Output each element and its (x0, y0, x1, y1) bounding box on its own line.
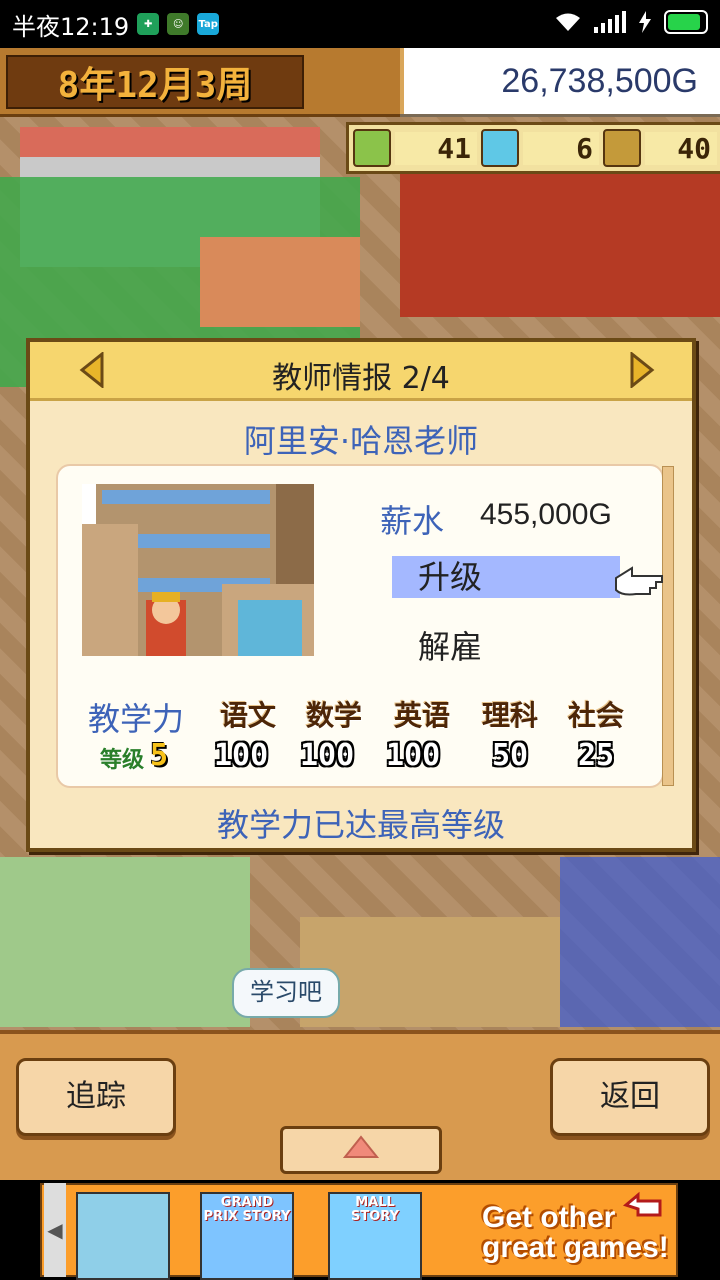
status-indicators (554, 10, 708, 34)
teaching-power-label: 教学力 (88, 700, 185, 738)
basketball-court (200, 237, 360, 327)
pencil-value: 41 (395, 131, 477, 165)
subject-science: 理科 (482, 699, 539, 732)
scrollbar[interactable] (662, 466, 674, 786)
next-teacher-button[interactable] (628, 350, 656, 390)
ad-game3-title: MALL STORY (351, 1195, 399, 1224)
score-english: 100 (386, 738, 441, 773)
ad-game-mall[interactable]: MALL STORY (328, 1192, 422, 1280)
subject-society: 社会 (568, 699, 625, 732)
ad-prev-button[interactable]: ◀ (44, 1183, 66, 1277)
charging-icon (639, 11, 651, 33)
pencil-stat: 41 (349, 129, 477, 167)
flask-icon (481, 129, 519, 167)
classroom-top-right (400, 167, 720, 317)
upgrade-button[interactable]: 升级 (392, 556, 620, 598)
max-level-note: 教学力已达最高等级 (216, 806, 505, 844)
expand-menu-button[interactable] (280, 1126, 442, 1174)
ad-content[interactable]: GRAND PRIX STORY MALL STORY Get other gr… (40, 1183, 678, 1280)
building-illustration (82, 484, 314, 656)
level-label: 等级 (100, 748, 145, 773)
salary-value: 455,000G (480, 498, 612, 531)
score-society: 25 (578, 738, 615, 773)
ad-banner[interactable]: GRAND PRIX STORY MALL STORY Get other gr… (0, 1180, 720, 1280)
level-value: 5 (150, 738, 169, 773)
ad-game-grand-prix[interactable]: GRAND PRIX STORY (200, 1192, 294, 1280)
subject-english: 英语 (394, 699, 451, 732)
teacher-name: 阿里安·哈恩老师 (243, 422, 479, 460)
date-panel: 8年12月3周 (0, 48, 400, 117)
flask-stat: 6 (477, 129, 599, 167)
dialog-header: 教师情报 2/4 (30, 342, 692, 401)
ad-game-castle[interactable] (76, 1192, 170, 1280)
teacher-info-dialog: 教师情报 2/4 阿里安·哈恩老师 薪水 455,000G 升级 解雇 教学力 … (26, 338, 696, 852)
status-bar: 半夜12:19 ✚ ☺ Tap (0, 0, 720, 48)
teacher-portrait (82, 484, 314, 656)
salary-label: 薪水 (380, 502, 445, 540)
classroom-bottom-mid (300, 917, 560, 1027)
fire-button[interactable]: 解雇 (418, 622, 482, 668)
signal-icon (594, 11, 626, 33)
dialog-title: 教师情报 2/4 (272, 361, 450, 396)
flask-value: 6 (523, 131, 599, 165)
wifi-icon (556, 13, 580, 31)
battery-icon (664, 10, 708, 34)
status-time: 半夜12:19 (12, 12, 130, 41)
student-icon (603, 129, 641, 167)
score-math: 100 (300, 738, 355, 773)
game-date: 8年12月3周 (6, 55, 304, 109)
subject-math: 数学 (306, 699, 363, 732)
classroom-bottom-left (0, 857, 250, 1027)
subject-chinese: 语文 (220, 699, 277, 732)
score-chinese: 100 (214, 738, 269, 773)
pencil-icon (353, 129, 391, 167)
caret-up-icon (343, 1135, 379, 1158)
shield-icon: ✚ (137, 13, 160, 35)
back-button[interactable]: 返回 (550, 1058, 710, 1136)
speech-bubble: 学习吧 (232, 968, 340, 1018)
ad-game2-title: GRAND PRIX STORY (203, 1195, 291, 1224)
students-stat: 40 (599, 129, 717, 167)
money-amount: 26,738,500G (501, 62, 698, 100)
students-value: 40 (645, 131, 717, 165)
score-science: 50 (492, 738, 529, 773)
game-controller-icon: ☺ (167, 13, 190, 35)
pointing-hand-icon (615, 566, 663, 596)
tap-app-icon: Tap (197, 13, 220, 35)
bottom-toolbar: 追踪 返回 (0, 1030, 720, 1184)
classroom-bottom-right (560, 857, 720, 1027)
track-button[interactable]: 追踪 (16, 1058, 176, 1136)
resource-stats: 41 6 40 (346, 122, 720, 174)
arrow-right-icon (630, 350, 655, 390)
money-panel: 26,738,500G (400, 48, 720, 114)
return-arrow-icon[interactable] (620, 1191, 668, 1221)
